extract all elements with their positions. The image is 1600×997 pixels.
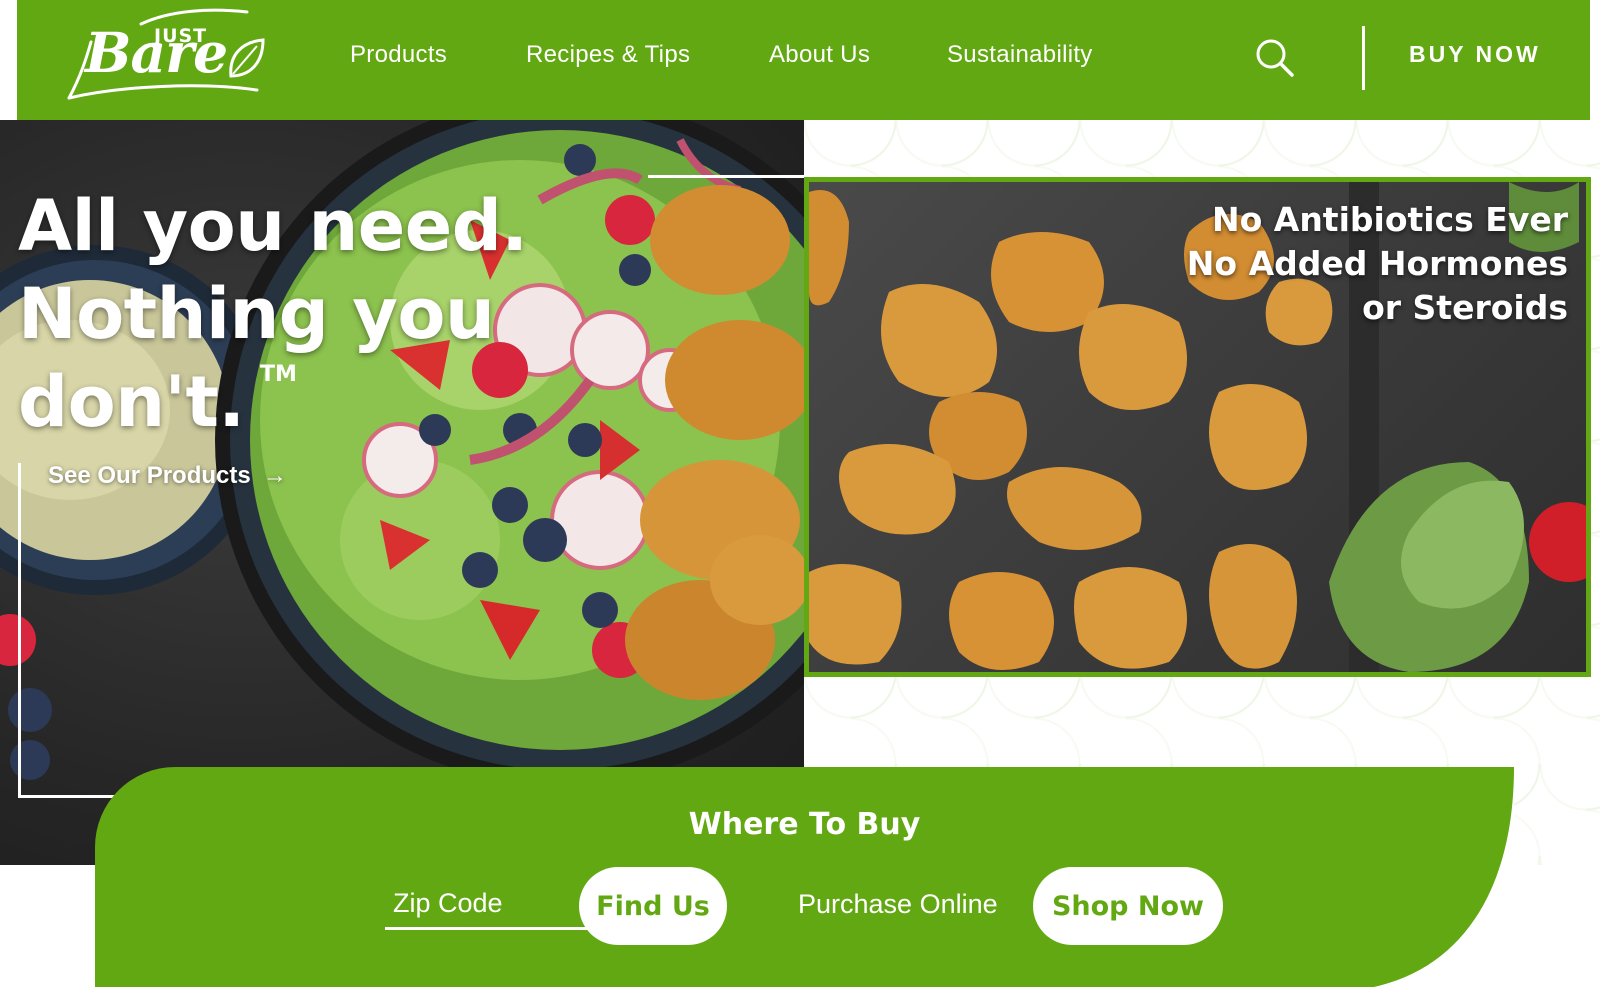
hero-frame-left — [18, 463, 21, 798]
search-icon[interactable] — [1253, 36, 1297, 80]
nav-item-recipes-tips[interactable]: Recipes & Tips — [526, 41, 690, 69]
headline-line-1: All you need. — [18, 185, 528, 267]
headline-line-3: don't. — [18, 361, 245, 443]
hero-headline: All you need. Nothing you don't. — [18, 182, 578, 446]
header-divider — [1362, 26, 1365, 90]
trademark-symbol: TM — [260, 362, 297, 387]
see-our-products-label: See Our Products — [48, 462, 251, 489]
purchase-online-label: Purchase Online — [798, 889, 998, 919]
panel-curve — [1314, 767, 1514, 987]
hero-nuggets-image: No Antibiotics Ever No Added Hormones or… — [804, 177, 1591, 677]
headline-line-2: Nothing you — [18, 273, 495, 355]
just-bare-logo[interactable]: JUST Bare — [61, 6, 271, 106]
buy-now-button[interactable]: BUY NOW — [1409, 41, 1541, 68]
product-claims: No Antibiotics Ever No Added Hormones or… — [1187, 198, 1568, 330]
logo-bare-text: Bare — [85, 20, 228, 85]
nav-item-about-us[interactable]: About Us — [769, 41, 870, 69]
where-to-buy-panel: Where To Buy Find Us Purchase Online Sho… — [95, 767, 1514, 987]
claim-no-hormones: No Added Hormones — [1186, 244, 1568, 283]
find-us-button[interactable]: Find Us — [579, 867, 727, 945]
claim-no-antibiotics: No Antibiotics Ever — [1212, 200, 1568, 239]
nav-item-sustainability[interactable]: Sustainability — [947, 41, 1093, 69]
site-header: JUST Bare Products Recipes & Tips About … — [17, 0, 1590, 120]
hero-frame-top — [648, 175, 804, 178]
claim-no-steroids: or Steroids — [1362, 288, 1568, 327]
where-to-buy-title: Where To Buy — [688, 807, 921, 842]
shop-now-button[interactable]: Shop Now — [1033, 867, 1223, 945]
nav-item-products[interactable]: Products — [350, 41, 447, 69]
arrow-right-icon: → — [262, 462, 287, 489]
see-our-products-link[interactable]: See Our Products → — [48, 462, 287, 490]
